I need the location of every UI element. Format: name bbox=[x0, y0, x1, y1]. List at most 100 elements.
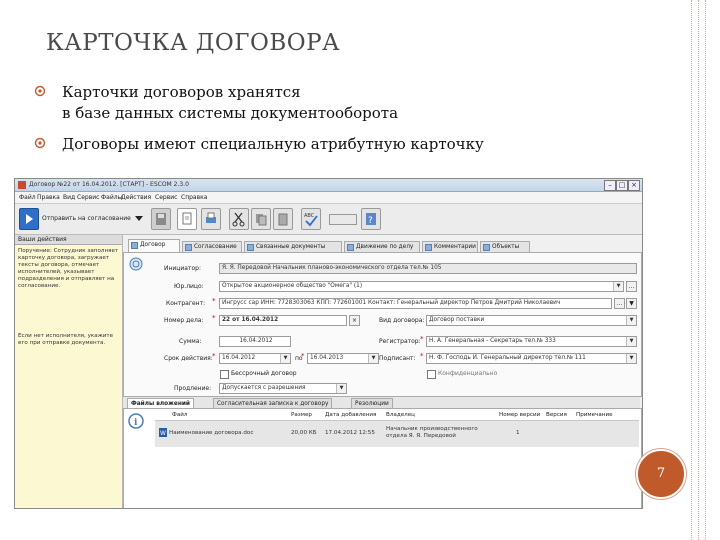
term-to-field[interactable]: 16.04.2013 ▼ bbox=[307, 353, 379, 364]
indefinite-checkbox[interactable] bbox=[220, 370, 229, 379]
column-header[interactable]: Владелец bbox=[386, 412, 415, 418]
counterparty-label: Контрагент: bbox=[166, 300, 206, 307]
bullet-item: Карточки договоров хранятся в базе данны… bbox=[34, 82, 399, 124]
chevron-down-icon[interactable] bbox=[135, 216, 143, 222]
spellcheck-button[interactable]: ABC bbox=[301, 208, 321, 230]
help-button[interactable]: ? bbox=[361, 208, 381, 230]
menu-help[interactable]: Справка bbox=[181, 194, 207, 201]
required-mark: * bbox=[420, 352, 424, 360]
zoom-field[interactable] bbox=[329, 214, 357, 225]
file-date: 17.04.2012 12:55 bbox=[325, 430, 375, 436]
print-button[interactable] bbox=[201, 208, 221, 230]
column-header[interactable]: Дата добавления bbox=[325, 412, 376, 418]
tab-approval[interactable]: Согласование bbox=[182, 241, 242, 252]
case-number-field[interactable]: 22 от 16.04.2012 bbox=[219, 315, 347, 326]
tab-objects[interactable]: Объекты bbox=[480, 241, 530, 252]
tab-related-documents[interactable]: Связанные документы bbox=[244, 241, 342, 252]
column-header[interactable]: Размер bbox=[291, 412, 312, 418]
extension-field[interactable]: Допускается с разрешения ▼ bbox=[219, 383, 347, 394]
menu-service-2[interactable]: Сервис bbox=[155, 194, 177, 201]
term-from-field[interactable]: 16.04.2012 ▼ bbox=[219, 353, 291, 364]
tab-contract[interactable]: Договор bbox=[128, 239, 180, 253]
new-document-icon bbox=[182, 212, 192, 225]
file-version-number: 1 bbox=[516, 430, 520, 436]
confidential-checkbox[interactable] bbox=[427, 370, 436, 379]
cut-button[interactable] bbox=[229, 208, 249, 230]
card-tabs: Договор Согласование Связанные документы… bbox=[128, 239, 638, 253]
legal-entity-field[interactable]: Открытое акционерное общество "Омега" (1… bbox=[219, 281, 624, 292]
required-mark: * bbox=[212, 297, 216, 305]
save-icon bbox=[156, 213, 166, 225]
column-header[interactable]: Номер версии bbox=[499, 412, 540, 418]
menu-edit[interactable]: Правка bbox=[37, 194, 60, 201]
registrar-field[interactable]: Н. А. Генеральная - Секретарь тел.№ 333 ▼ bbox=[426, 336, 637, 347]
counterparty-field[interactable]: Ингрусс сар ИНН: 7728303063 КПП: 7726010… bbox=[219, 298, 612, 309]
bullet-icon bbox=[34, 85, 46, 97]
bullet-text-line: Карточки договоров хранятся bbox=[62, 83, 301, 101]
chevron-down-icon[interactable]: ▼ bbox=[626, 354, 636, 363]
paste-button[interactable] bbox=[273, 208, 293, 230]
right-border-line bbox=[705, 0, 707, 540]
initiator-label: Инициатор: bbox=[164, 265, 201, 272]
extension-label: Продление: bbox=[174, 385, 212, 392]
bullet-text-line: Договоры имеют специальную атрибутную ка… bbox=[62, 135, 484, 153]
case-number-clear-button[interactable]: × bbox=[349, 315, 360, 326]
chevron-down-icon[interactable]: ▼ bbox=[280, 354, 290, 363]
slide-title: КАРТОЧКА ДОГОВОРА bbox=[46, 30, 340, 56]
paste-icon bbox=[278, 213, 288, 226]
bullet-text-line: в базе данных системы документооборота bbox=[62, 104, 399, 122]
chevron-down-icon[interactable]: ▼ bbox=[368, 354, 378, 363]
right-border-line bbox=[698, 0, 700, 540]
menu-service[interactable]: Сервис bbox=[77, 194, 99, 201]
required-mark: * bbox=[301, 352, 305, 360]
window-title: Договор №22 от 16.04.2012. [СТАРТ] - ESC… bbox=[29, 181, 189, 188]
table-row[interactable]: W Наименование договора.doc 20,00 КБ 17.… bbox=[155, 420, 639, 447]
registrar-label: Регистратор: bbox=[379, 338, 421, 345]
sidebar-instruction: Поручение: Сотрудник заполняет карточку … bbox=[18, 248, 119, 289]
toolbar: Отправить на согласование ABC ? bbox=[15, 204, 642, 235]
svg-text:ABC: ABC bbox=[304, 213, 315, 219]
contract-type-field[interactable]: Договор поставки ▼ bbox=[426, 315, 637, 326]
chevron-down-icon[interactable]: ▼ bbox=[613, 282, 623, 291]
new-document-button[interactable] bbox=[177, 208, 197, 230]
save-button[interactable] bbox=[151, 208, 171, 230]
sum-label: Сумма: bbox=[179, 338, 202, 345]
send-button[interactable] bbox=[19, 208, 39, 230]
app-icon bbox=[18, 181, 26, 189]
chevron-down-icon[interactable]: ▼ bbox=[626, 316, 636, 325]
counterparty-dropdown-button[interactable]: ▼ bbox=[626, 298, 637, 309]
copy-button[interactable] bbox=[251, 208, 271, 230]
sidebar-hint: Если нет исполнителя, укажите его при от… bbox=[18, 333, 114, 346]
maximize-button[interactable]: □ bbox=[616, 180, 628, 191]
menu-actions[interactable]: Действия bbox=[121, 194, 151, 201]
contract-type-label: Вид договора: bbox=[379, 317, 425, 324]
objects-icon bbox=[483, 244, 490, 251]
initiator-field: Я. Я. Передовой Начальник планово-эконом… bbox=[219, 263, 637, 274]
file-owner: Начальник производственного отдела Я. Я.… bbox=[386, 426, 478, 439]
column-header[interactable]: Примечание bbox=[576, 412, 613, 418]
menu-files[interactable]: Файлы bbox=[101, 194, 122, 201]
close-button[interactable]: × bbox=[628, 180, 640, 191]
page-number-badge: 7 bbox=[636, 449, 686, 499]
required-mark: * bbox=[212, 352, 216, 360]
chevron-down-icon[interactable]: ▼ bbox=[336, 384, 346, 393]
attachments-table: i Файл Размер Дата добавления Владелец Н… bbox=[123, 408, 642, 508]
sum-field[interactable]: 16.04.2012 bbox=[219, 336, 291, 347]
menu-view[interactable]: Вид bbox=[63, 194, 75, 201]
actions-sidebar: Ваши действия Поручение: Сотрудник запол… bbox=[15, 235, 123, 508]
copy-icon bbox=[256, 214, 267, 226]
legal-entity-select-button[interactable]: … bbox=[626, 281, 637, 292]
tab-case-movement[interactable]: Движение по делу bbox=[344, 241, 420, 252]
column-header[interactable]: Версия bbox=[546, 412, 567, 418]
svg-text:?: ? bbox=[368, 216, 373, 226]
tab-comments[interactable]: Комментарии bbox=[422, 241, 478, 252]
signatory-field[interactable]: Н. Ф. Господь И. Генеральный директор те… bbox=[426, 353, 637, 364]
menu-file[interactable]: Файл bbox=[19, 194, 36, 201]
fingerprint-icon bbox=[129, 257, 143, 271]
counterparty-select-button[interactable]: … bbox=[614, 298, 625, 309]
minimize-button[interactable]: – bbox=[604, 180, 616, 191]
column-header[interactable]: Файл bbox=[172, 412, 187, 418]
chevron-down-icon[interactable]: ▼ bbox=[626, 337, 636, 346]
legal-entity-label: Юр.лицо: bbox=[174, 283, 204, 290]
send-button-label[interactable]: Отправить на согласование bbox=[42, 215, 131, 222]
